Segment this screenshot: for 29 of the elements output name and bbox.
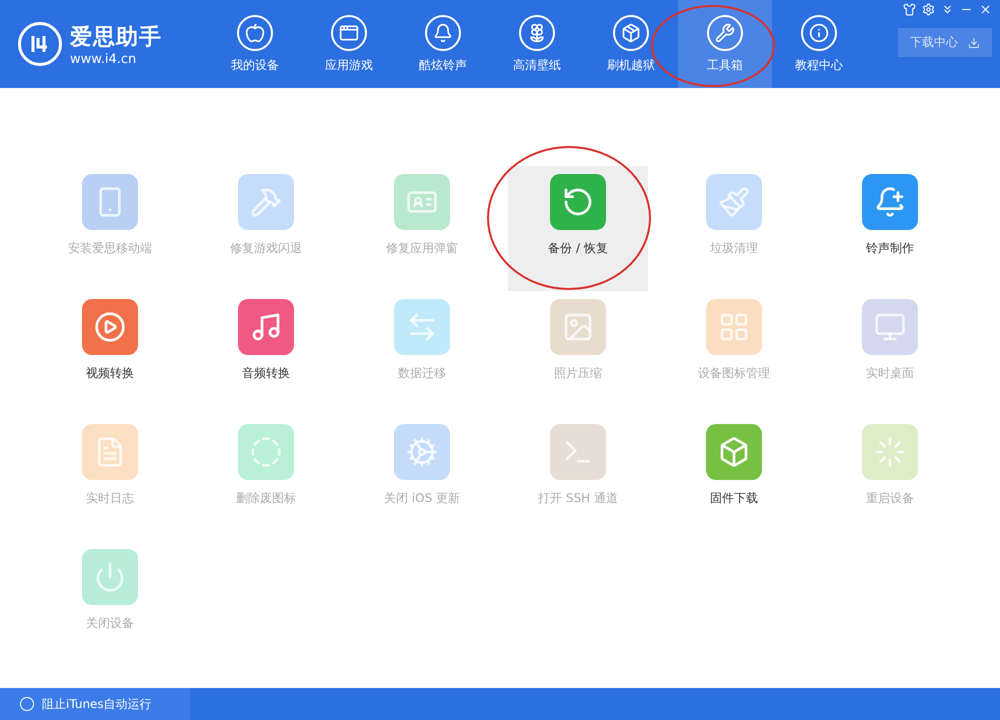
tool-item[interactable]: 铃声制作 bbox=[820, 166, 960, 291]
box-icon bbox=[613, 14, 649, 50]
app-store-icon bbox=[331, 14, 367, 50]
download-center-button[interactable]: 下载中心 bbox=[898, 28, 992, 57]
close-icon[interactable] bbox=[979, 3, 992, 16]
nav-tab[interactable]: 工具箱 bbox=[678, 0, 772, 88]
info-icon bbox=[801, 14, 837, 50]
tool-item[interactable]: 视频转换 bbox=[40, 291, 180, 416]
nav-tab[interactable]: 教程中心 bbox=[772, 0, 866, 88]
menu-icon[interactable] bbox=[941, 3, 954, 16]
block-itunes-option[interactable]: 阻止iTunes自动运行 bbox=[0, 688, 190, 720]
nav-tab[interactable]: 我的设备 bbox=[208, 0, 302, 88]
apple-icon bbox=[237, 14, 273, 50]
flower-icon bbox=[519, 14, 555, 50]
download-icon bbox=[968, 36, 980, 48]
bell-icon bbox=[425, 14, 461, 50]
nav-tab[interactable]: 应用游戏 bbox=[302, 0, 396, 88]
settings-icon[interactable] bbox=[922, 3, 935, 16]
tools-icon bbox=[707, 14, 743, 50]
logo-icon bbox=[18, 22, 62, 66]
tool-item[interactable]: 音频转换 bbox=[196, 291, 336, 416]
nav-tab[interactable]: 高清壁纸 bbox=[490, 0, 584, 88]
tool-item[interactable]: 固件下载 bbox=[664, 416, 804, 541]
app-url: www.i4.cn bbox=[70, 52, 138, 66]
nav-tab[interactable]: 酷炫铃声 bbox=[396, 0, 490, 88]
app-name: 爱思助手 bbox=[70, 24, 162, 52]
tool-item[interactable]: 备份 / 恢复 bbox=[508, 166, 648, 291]
nav-tab[interactable]: 刷机越狱 bbox=[584, 0, 678, 88]
skin-icon[interactable] bbox=[903, 3, 916, 16]
